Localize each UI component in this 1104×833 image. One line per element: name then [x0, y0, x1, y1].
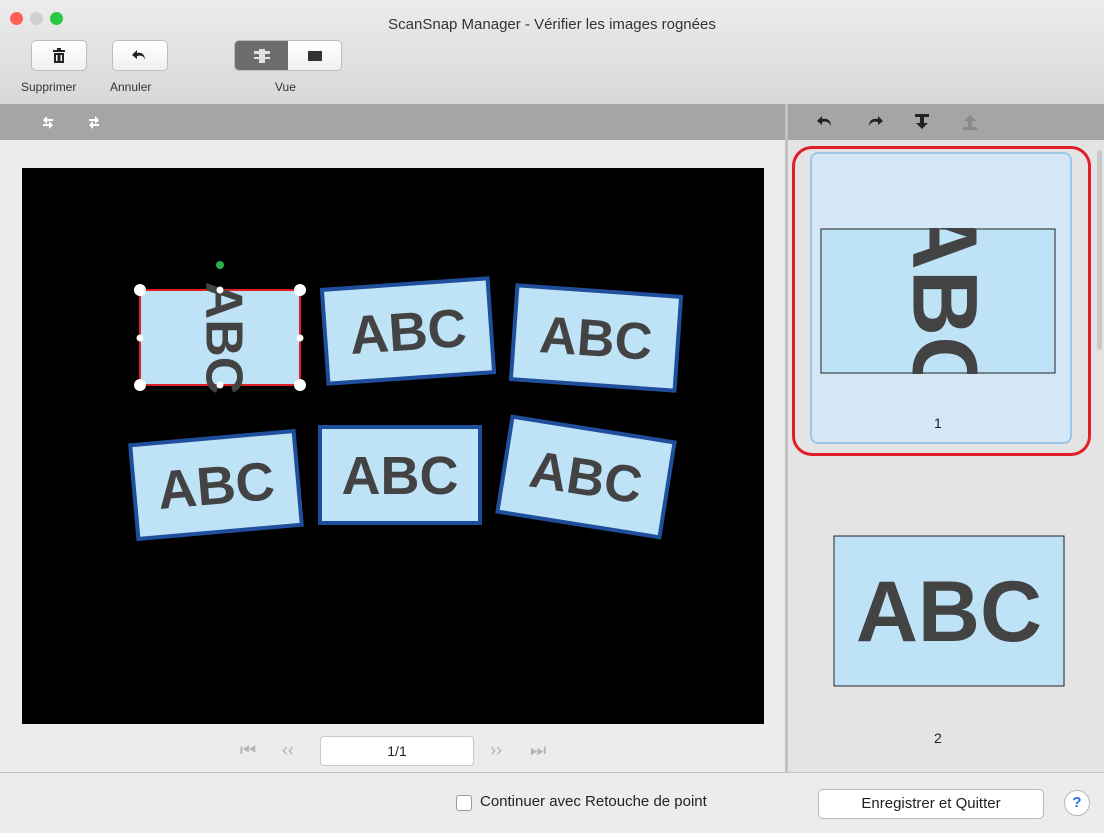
scrollbar[interactable] [1097, 150, 1102, 350]
resize-handle[interactable] [136, 334, 144, 342]
scanned-card-2[interactable]: ABC [319, 276, 497, 386]
thumbnail-2[interactable]: ABC [833, 535, 1065, 687]
delete-button[interactable] [31, 40, 87, 71]
view-segmented-control [234, 40, 342, 71]
card-text: ABC [538, 306, 654, 372]
last-page-button[interactable]: ⏭ [530, 740, 546, 761]
delete-label: Supprimer [21, 80, 77, 94]
thumbnail-toolbar [788, 104, 1104, 140]
thumbnail-number: 2 [934, 730, 942, 746]
continue-checkbox-label[interactable]: Continuer avec Retouche de point [480, 793, 707, 810]
move-up-icon[interactable] [962, 114, 978, 130]
scanned-card-4[interactable]: ABC [128, 428, 304, 542]
view-label: Vue [275, 80, 296, 94]
page-field[interactable]: 1/1 [320, 736, 474, 766]
undo-icon [132, 49, 145, 60]
resize-handle[interactable] [216, 381, 224, 389]
move-down-icon[interactable] [914, 114, 930, 130]
single-view-icon [307, 50, 322, 61]
next-page-button[interactable]: ›› [490, 740, 502, 761]
resize-handle[interactable] [134, 284, 146, 296]
trash-icon [53, 47, 65, 63]
selection-highlight [792, 146, 1091, 456]
rotate-ccw-icon[interactable] [816, 114, 834, 130]
view-single-button[interactable] [288, 41, 341, 70]
title-toolbar: ScanSnap Manager - Vérifier les images r… [0, 0, 1104, 105]
resize-handle[interactable] [134, 379, 146, 391]
card-text: ABC [348, 298, 469, 366]
view-thumbnails-button[interactable] [235, 41, 288, 70]
card-text: ABC [342, 446, 459, 506]
rotate-left-icon[interactable] [40, 114, 56, 130]
first-page-button[interactable]: ⏮ [240, 740, 256, 761]
canvas-toolbar [0, 104, 785, 140]
split-view-icon [253, 48, 270, 63]
undo-button[interactable] [112, 40, 168, 71]
thumbnail-text: ABC [856, 564, 1042, 660]
resize-handle[interactable] [294, 284, 306, 296]
rotate-cw-icon[interactable] [866, 114, 884, 130]
undo-label: Annuler [110, 80, 152, 94]
previous-page-button[interactable]: ‹‹ [282, 740, 294, 761]
scanned-card-5[interactable]: ABC [318, 425, 482, 525]
resize-handle[interactable] [216, 286, 224, 294]
card-text: ABC [155, 451, 277, 521]
window-title: ScanSnap Manager - Vérifier les images r… [388, 16, 716, 33]
scan-canvas: ABC ABC ABC ABC ABC ABC [22, 168, 764, 724]
save-and-quit-button[interactable]: Enregistrer et Quitter [818, 789, 1044, 819]
card-text: ABC [194, 282, 252, 395]
rotate-right-icon[interactable] [86, 114, 102, 130]
resize-handle[interactable] [296, 334, 304, 342]
continue-checkbox[interactable] [456, 795, 472, 811]
resize-handle[interactable] [294, 379, 306, 391]
scanned-card-3[interactable]: ABC [508, 283, 684, 393]
help-button[interactable]: ? [1064, 790, 1090, 816]
rotate-handle[interactable] [216, 261, 224, 269]
